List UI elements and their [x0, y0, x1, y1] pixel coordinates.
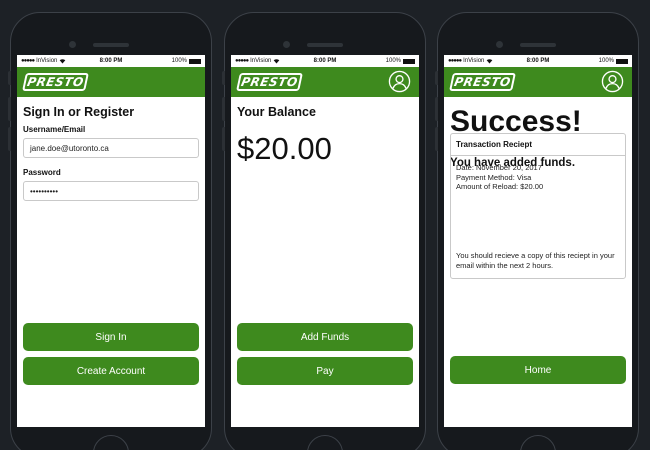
mute-switch — [8, 71, 11, 85]
volume-up-button — [8, 97, 11, 121]
username-label: Username/Email — [23, 125, 86, 134]
presto-logo[interactable]: PRESTO — [236, 73, 303, 91]
app-header: PRESTO — [231, 67, 419, 97]
phone-frame-balance: ●●●●● InVision 8:00 PM 100% PRESTO Your … — [222, 12, 426, 450]
add-funds-button[interactable]: Add Funds — [237, 323, 413, 351]
home-hardware-button — [93, 435, 129, 450]
battery-icon — [403, 58, 415, 64]
volume-down-button — [435, 127, 438, 151]
password-field[interactable]: •••••••••• — [23, 181, 199, 201]
camera — [69, 41, 76, 48]
phone-frame-success: ●●●●● InVision 8:00 PM 100% PRESTO Succe… — [435, 12, 639, 450]
status-bar: ●●●●● InVision 8:00 PM 100% — [231, 55, 419, 67]
page-title: Sign In or Register — [23, 105, 135, 119]
username-field[interactable]: jane.doe@utoronto.ca — [23, 138, 199, 158]
volume-down-button — [8, 127, 11, 151]
pay-button[interactable]: Pay — [237, 357, 413, 385]
phone-frame-sign-in: ●●●●● InVision 8:00 PM 100% PRESTO Sign … — [8, 12, 212, 450]
battery-percent: 100% — [171, 58, 187, 64]
receipt-amount: Amount of Reload: $20.00 — [456, 182, 544, 191]
password-label: Password — [23, 168, 61, 177]
speaker — [307, 43, 343, 47]
speaker — [520, 43, 556, 47]
transaction-receipt: Transaction Reciept Date: November 20, 2… — [450, 133, 626, 279]
status-bar: ●●●●● InVision 8:00 PM 100% — [17, 55, 205, 67]
receipt-date: Date: November 20, 2017 — [456, 163, 542, 172]
logo-text: PRESTO — [452, 75, 513, 89]
mute-switch — [435, 71, 438, 85]
receipt-note: You should recieve a copy of this reciep… — [456, 251, 615, 270]
battery-icon — [616, 58, 628, 64]
logo-text: PRESTO — [239, 75, 300, 89]
app-header: PRESTO — [17, 67, 205, 97]
volume-down-button — [222, 127, 225, 151]
receipt-body: Date: November 20, 2017 Payment Method: … — [451, 156, 625, 192]
user-circle-icon[interactable] — [388, 70, 411, 93]
presto-logo[interactable]: PRESTO — [22, 73, 89, 91]
app-header: PRESTO — [444, 67, 632, 97]
battery-percent: 100% — [598, 58, 614, 64]
page-title: Your Balance — [237, 105, 316, 119]
sign-in-screen: ●●●●● InVision 8:00 PM 100% PRESTO Sign … — [17, 55, 205, 427]
camera — [283, 41, 290, 48]
home-hardware-button — [307, 435, 343, 450]
home-button[interactable]: Home — [450, 356, 626, 384]
balance-amount: $20.00 — [237, 131, 332, 166]
balance-screen: ●●●●● InVision 8:00 PM 100% PRESTO Your … — [231, 55, 419, 427]
receipt-heading: Transaction Reciept — [451, 134, 625, 156]
logo-text: PRESTO — [25, 75, 86, 89]
sign-in-button[interactable]: Sign In — [23, 323, 199, 351]
battery-percent: 100% — [385, 58, 401, 64]
success-screen: ●●●●● InVision 8:00 PM 100% PRESTO Succe… — [444, 55, 632, 427]
mute-switch — [222, 71, 225, 85]
receipt-payment-method: Payment Method: Visa — [456, 172, 532, 182]
home-hardware-button — [520, 435, 556, 450]
battery-icon — [189, 58, 201, 64]
speaker — [93, 43, 129, 47]
create-account-button[interactable]: Create Account — [23, 357, 199, 385]
volume-up-button — [222, 97, 225, 121]
sign-in-form: Sign In or Register Username/Email jane.… — [17, 97, 205, 207]
camera — [496, 41, 503, 48]
presto-logo[interactable]: PRESTO — [449, 73, 516, 91]
balance-content: Your Balance $20.00 — [231, 97, 419, 173]
user-circle-icon[interactable] — [601, 70, 624, 93]
status-bar: ●●●●● InVision 8:00 PM 100% — [444, 55, 632, 67]
volume-up-button — [435, 97, 438, 121]
